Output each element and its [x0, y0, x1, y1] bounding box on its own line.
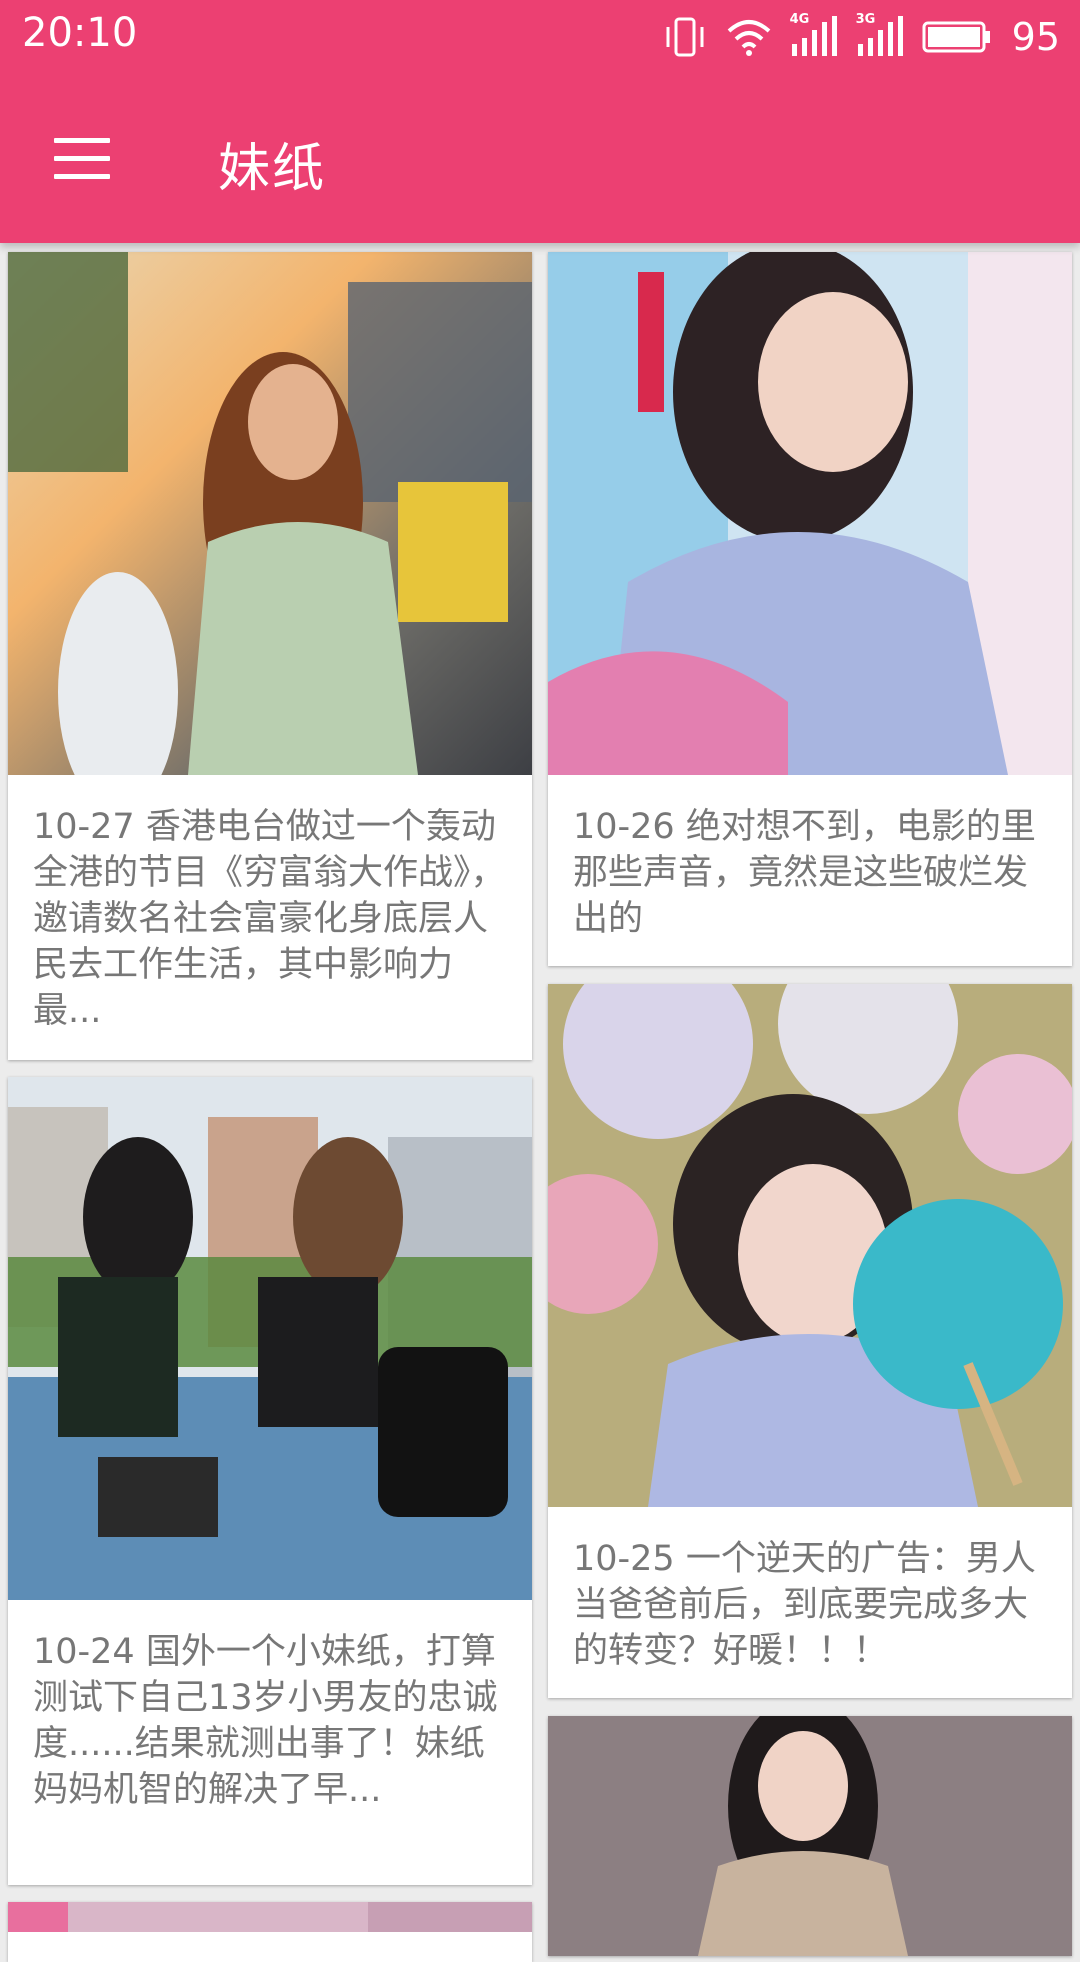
- card-caption: 10-27 香港电台做过一个轰动全港的节目《穷富翁大作战》，邀请数名社会富豪化身…: [33, 807, 506, 1031]
- card-image: [8, 1902, 532, 1932]
- signal-3g-icon: 3G: [856, 12, 904, 58]
- app-bar: 20:10 4G 3G 95 妹纸: [0, 0, 1080, 243]
- card-image: [548, 252, 1072, 775]
- battery-percent: 95: [1011, 15, 1060, 59]
- signal-4g-icon: 4G: [790, 12, 838, 58]
- feed-card[interactable]: 10-25 一个逆天的广告：男人当爸爸前后，到底要完成多大的转变？好暖！！！: [548, 984, 1072, 1698]
- wifi-icon: [727, 20, 770, 56]
- page-title: 妹纸: [218, 139, 327, 199]
- feed-card[interactable]: 10-26 绝对想不到，电影的里那些声音，竟然是这些破烂发出的: [548, 252, 1072, 966]
- feed-card[interactable]: [8, 1902, 532, 1962]
- vibrate-icon: [666, 17, 704, 57]
- card-image: [548, 1716, 1072, 1956]
- card-image: [548, 984, 1072, 1507]
- card-caption: 10-26 绝对想不到，电影的里那些声音，竟然是这些破烂发出的: [573, 807, 1036, 939]
- status-bar: 20:10 4G 3G 95: [0, 0, 1080, 75]
- battery-icon: [922, 21, 990, 53]
- feed-card[interactable]: 10-24 国外一个小妹纸，打算测试下自己13岁小男友的忠诚度......结果就…: [8, 1077, 532, 1885]
- card-image: [8, 252, 532, 775]
- card-caption: 10-25 一个逆天的广告：男人当爸爸前后，到底要完成多大的转变？好暖！！！: [573, 1539, 1036, 1671]
- feed-card[interactable]: [548, 1716, 1072, 1956]
- menu-icon[interactable]: [50, 130, 120, 184]
- status-icons: 4G 3G 95: [662, 12, 1060, 62]
- feed-card[interactable]: 10-27 香港电台做过一个轰动全港的节目《穷富翁大作战》，邀请数名社会富豪化身…: [8, 252, 532, 1060]
- status-time: 20:10: [22, 10, 138, 56]
- card-image: [8, 1077, 532, 1600]
- card-caption: 10-24 国外一个小妹纸，打算测试下自己13岁小男友的忠诚度......结果就…: [33, 1632, 498, 1810]
